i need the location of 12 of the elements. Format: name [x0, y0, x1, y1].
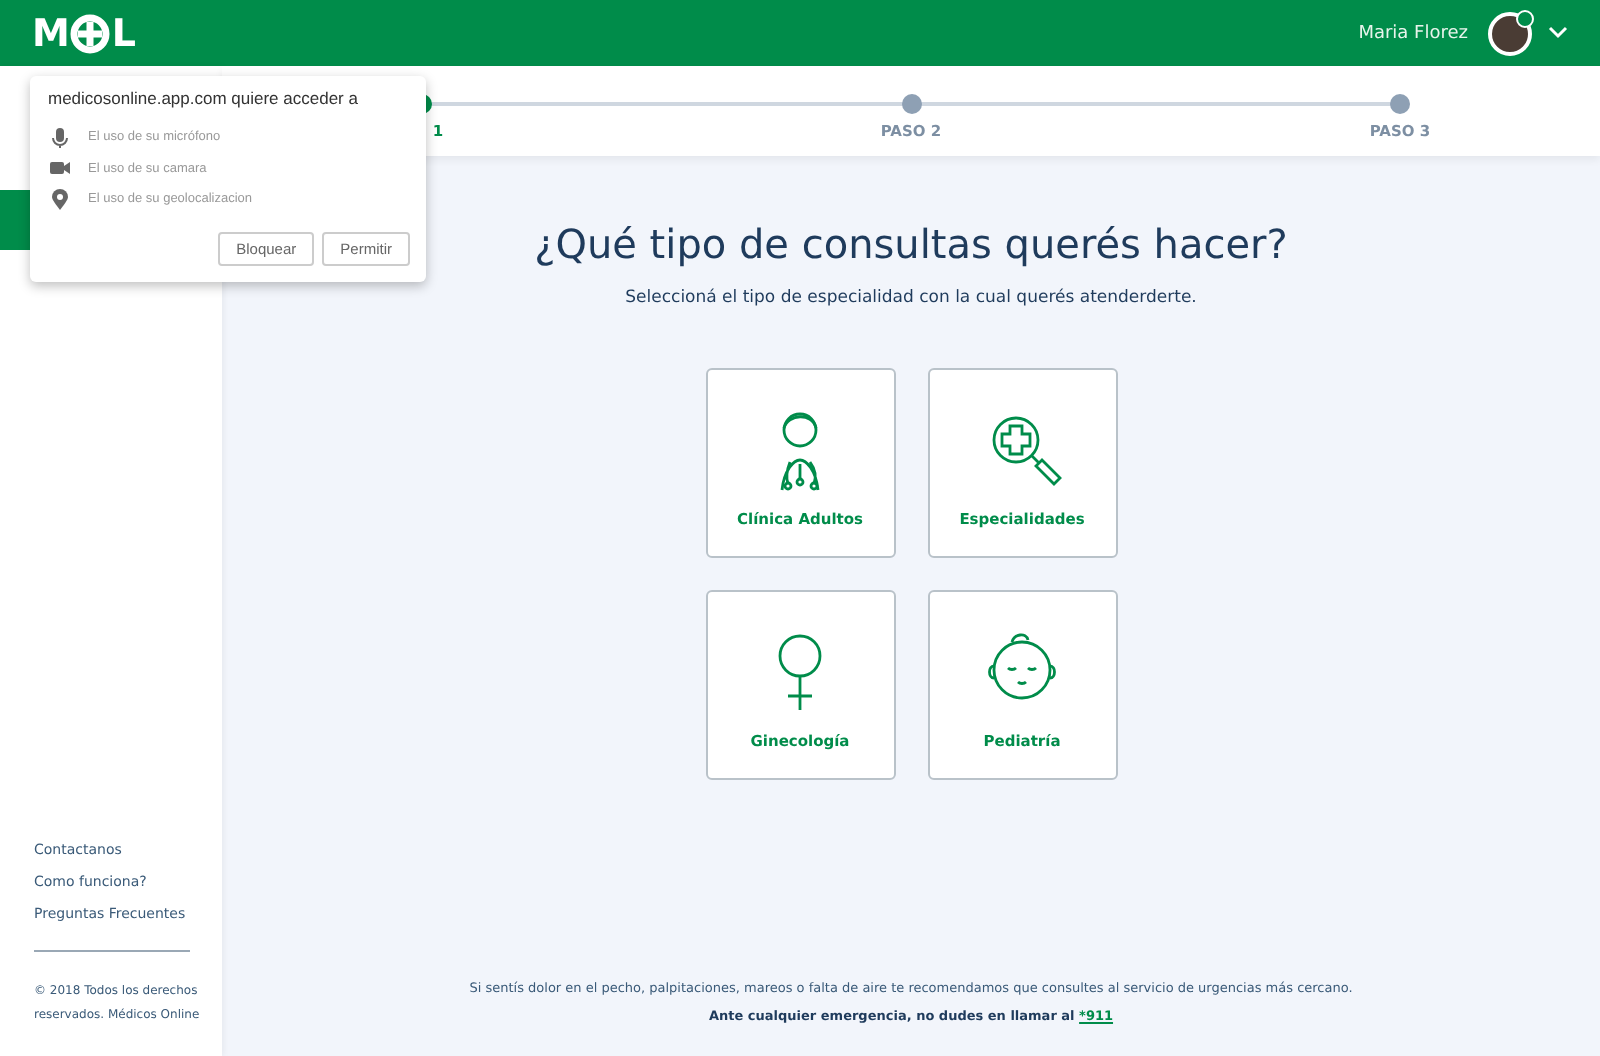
- user-name[interactable]: Maria Florez: [1358, 23, 1468, 43]
- logo-letter: L: [111, 11, 135, 55]
- location-pin-icon: [48, 187, 72, 212]
- chevron-down-icon[interactable]: [1548, 26, 1568, 40]
- microphone-icon: [48, 125, 72, 150]
- active-nav-marker: [0, 190, 30, 250]
- page-subtitle: Seleccioná el tipo de especialidad con la cual querés atenderderte.: [625, 288, 1197, 308]
- logo-plus-icon: [69, 13, 110, 53]
- logo-letter: M: [32, 11, 68, 55]
- page-heading: ¿Qué tipo de consultas querés hacer?: [534, 220, 1288, 268]
- user-avatar[interactable]: [1488, 11, 1532, 55]
- popup-title: medicosonline.app.com quiere acceder a: [48, 88, 360, 108]
